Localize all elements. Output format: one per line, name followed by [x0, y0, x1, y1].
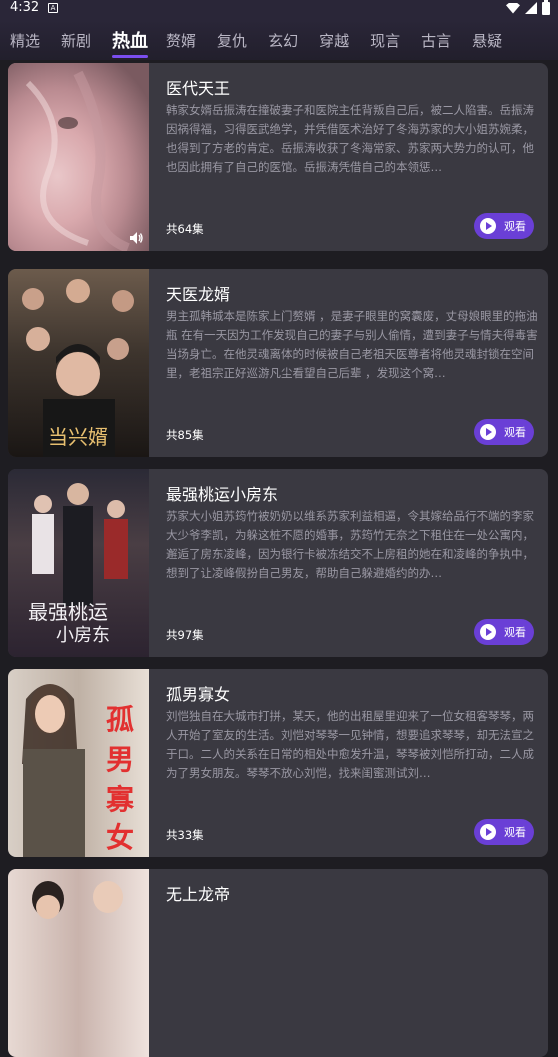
- poster-caption: 最强桃运: [28, 600, 108, 624]
- drama-description: 刘恺独自在大城市打拼，某天，他的出租屋里迎来了一位女租客琴琴，两人开始了室友的生…: [166, 709, 534, 780]
- category-tabs: 精选 新剧 热血 赘婿 复仇 玄幻 穿越 现言 古言 悬疑: [0, 20, 558, 60]
- drama-poster[interactable]: 最强桃运 小房东: [8, 469, 149, 657]
- poster-caption: 寡: [105, 783, 135, 816]
- episode-count: 共97集: [166, 628, 204, 642]
- drama-title: 天医龙婿: [166, 285, 231, 304]
- status-time: 4:32: [10, 0, 40, 15]
- notification-icon: A: [48, 3, 58, 13]
- play-icon: [480, 424, 496, 440]
- poster-art: [32, 881, 123, 919]
- signal-icon: [525, 2, 537, 14]
- tab-rexue[interactable]: 热血: [112, 27, 149, 58]
- system-icons: [506, 0, 550, 15]
- episode-count: 共64集: [166, 222, 204, 236]
- watch-button-label: 观看: [504, 220, 526, 233]
- poster-caption: 女: [106, 821, 134, 854]
- drama-poster[interactable]: [8, 63, 149, 251]
- watch-button-label: 观看: [504, 426, 526, 439]
- drama-card[interactable]: 无上龙帝: [8, 869, 548, 1057]
- drama-poster[interactable]: 孤 男 寡 女: [8, 669, 149, 857]
- drama-card[interactable]: 当兴婿 天医龙婿 男主孤韩城本是陈家上门赘婿 ，是妻子眼里的窝囊废，丈母娘眼里的…: [8, 269, 548, 457]
- drama-card[interactable]: 最强桃运 小房东 最强桃运小房东 苏家大小姐苏筠竹被奶奶以维系苏家利益相逼，令其…: [8, 469, 548, 657]
- drama-title: 无上龙帝: [166, 885, 231, 904]
- poster-art: 孤 男 寡 女: [22, 684, 135, 857]
- status-bar: 4:32 A: [0, 0, 558, 20]
- drama-poster[interactable]: [8, 869, 149, 1057]
- tab-chuanyue[interactable]: 穿越: [319, 30, 349, 51]
- drama-card[interactable]: 医代天王 韩家女婿岳振涛在撞破妻子和医院主任背叛自己后，被二人陷害。岳振涛因祸得…: [8, 63, 548, 251]
- episode-count: 共85集: [166, 428, 204, 442]
- drama-card[interactable]: 孤 男 寡 女 孤男寡女 刘恺独自在大城市打拼，某天，他的出租屋里迎来了一位女租…: [8, 669, 548, 857]
- drama-description: 男主孤韩城本是陈家上门赘婿 ，是妻子眼里的窝囊废，丈母娘眼里的拖油瓶 在有一天因…: [166, 309, 538, 380]
- watch-button-label: 观看: [504, 626, 526, 639]
- poster-caption: 男: [106, 743, 134, 776]
- tab-zhuixu[interactable]: 赘婿: [166, 30, 196, 51]
- tab-fuchou[interactable]: 复仇: [217, 30, 247, 51]
- poster-art: 当兴婿: [22, 279, 134, 457]
- tab-guyan[interactable]: 古言: [421, 30, 451, 51]
- watch-button-label: 观看: [504, 826, 526, 839]
- watch-button[interactable]: 观看: [474, 213, 534, 239]
- tab-xuanyi[interactable]: 悬疑: [472, 30, 502, 51]
- tab-xianyan[interactable]: 现言: [370, 30, 400, 51]
- watch-button[interactable]: 观看: [474, 819, 534, 845]
- tab-jingxuan[interactable]: 精选: [10, 30, 40, 51]
- sound-icon[interactable]: [129, 231, 143, 245]
- play-icon: [480, 218, 496, 234]
- drama-title: 孤男寡女: [166, 685, 231, 704]
- watch-button[interactable]: 观看: [474, 619, 534, 645]
- poster-caption: 小房东: [56, 625, 110, 646]
- drama-description: 苏家大小姐苏筠竹被奶奶以维系苏家利益相逼，令其嫁给品行不端的李家大少爷李凯，为躲…: [166, 509, 534, 580]
- drama-description: 韩家女婿岳振涛在撞破妻子和医院主任背叛自己后，被二人陷害。岳振涛因祸得福，习得医…: [166, 103, 534, 174]
- poster-art: 最强桃运 小房东: [28, 483, 128, 646]
- battery-icon: [542, 0, 550, 15]
- drama-poster[interactable]: 当兴婿: [8, 269, 149, 457]
- drama-title: 医代天王: [166, 79, 231, 98]
- play-icon: [480, 824, 496, 840]
- tab-xinju[interactable]: 新剧: [61, 30, 91, 51]
- wifi-icon: [506, 2, 520, 14]
- episode-count: 共33集: [166, 828, 204, 842]
- poster-art: [25, 70, 130, 251]
- play-icon: [480, 624, 496, 640]
- drama-title: 最强桃运小房东: [166, 485, 279, 504]
- poster-caption: 当兴婿: [48, 425, 108, 449]
- tab-xuanhuan[interactable]: 玄幻: [268, 30, 298, 51]
- watch-button[interactable]: 观看: [474, 419, 534, 445]
- poster-caption: 孤: [106, 703, 134, 736]
